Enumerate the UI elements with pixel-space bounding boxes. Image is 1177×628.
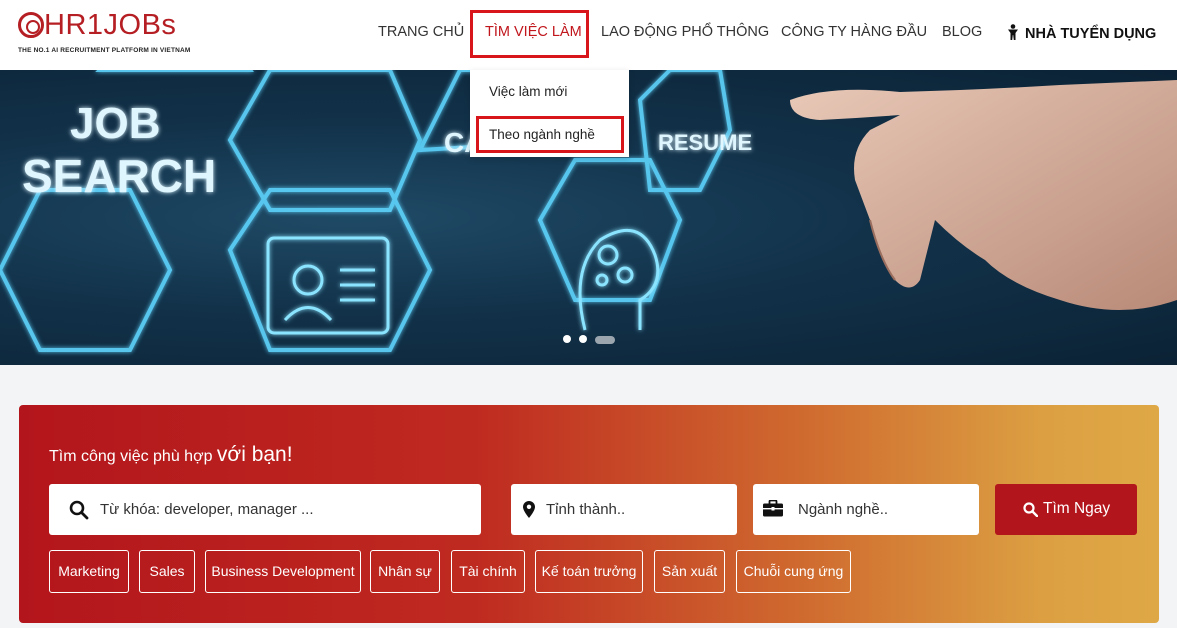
tag-supply-chain[interactable]: Chuỗi cung ứng bbox=[736, 550, 851, 593]
tag-production[interactable]: Sản xuất bbox=[654, 550, 725, 593]
person-icon bbox=[1008, 24, 1018, 40]
pointing-hand-image bbox=[790, 80, 1177, 310]
search-title-small: Tìm công việc phù hợp bbox=[49, 448, 213, 465]
tag-hr[interactable]: Nhân sự bbox=[370, 550, 440, 593]
tag-sales[interactable]: Sales bbox=[139, 550, 195, 593]
location-placeholder: Tỉnh thành.. bbox=[546, 501, 626, 518]
hero-text-resume: RESUME bbox=[658, 130, 752, 155]
carousel-dot-1[interactable] bbox=[563, 335, 571, 343]
logo-name: HR1JOBs bbox=[44, 9, 177, 41]
hex-shape bbox=[0, 188, 173, 352]
logo[interactable]: HR1JOBs THE NO.1 AI RECRUITMENT PLATFORM… bbox=[18, 9, 218, 58]
hero-text-job: JOB bbox=[70, 99, 160, 148]
tag-chief-accountant[interactable]: Kế toán trưởng bbox=[535, 550, 643, 593]
hero-text-search: SEARCH bbox=[22, 150, 216, 202]
search-icon bbox=[69, 500, 89, 520]
keyword-input[interactable]: Từ khóa: developer, manager ... bbox=[49, 484, 481, 535]
industry-placeholder: Ngành nghề.. bbox=[798, 501, 889, 518]
search-now-button[interactable]: Tìm Ngay bbox=[995, 484, 1137, 535]
nav-item-employer[interactable]: NHÀ TUYỂN DỤNG bbox=[1007, 24, 1156, 42]
nav-item-general-labor[interactable]: LAO ĐỘNG PHỔ THÔNG bbox=[601, 24, 769, 40]
dropdown-highlight-box bbox=[476, 116, 624, 153]
logo-tagline: THE NO.1 AI RECRUITMENT PLATFORM IN VIET… bbox=[18, 47, 191, 54]
job-search-panel: Tìm công việc phù hợp với bạn! Từ khóa: … bbox=[19, 405, 1159, 623]
keyword-placeholder: Từ khóa: developer, manager ... bbox=[100, 501, 314, 518]
carousel-dot-2[interactable] bbox=[579, 335, 587, 343]
industry-input[interactable]: Ngành nghề.. bbox=[753, 484, 979, 535]
briefcase-icon bbox=[763, 500, 783, 517]
search-title-big: với bạn! bbox=[216, 443, 293, 466]
nav-item-blog[interactable]: BLOG bbox=[942, 24, 982, 40]
nav-item-top-companies[interactable]: CÔNG TY HÀNG ĐẦU bbox=[781, 24, 927, 40]
nav-highlight-box bbox=[470, 10, 589, 58]
search-button-icon bbox=[1023, 502, 1038, 517]
location-input[interactable]: Tỉnh thành.. bbox=[511, 484, 737, 535]
logo-mark-icon bbox=[18, 12, 44, 38]
dropdown-item-new-jobs[interactable]: Việc làm mới bbox=[489, 84, 567, 99]
search-button-label: Tìm Ngay bbox=[1043, 500, 1111, 517]
tag-marketing[interactable]: Marketing bbox=[49, 550, 129, 593]
tag-finance[interactable]: Tài chính bbox=[451, 550, 525, 593]
nav-item-home[interactable]: TRANG CHỦ bbox=[378, 24, 464, 40]
search-title: Tìm công việc phù hợp với bạn! bbox=[49, 443, 293, 467]
location-pin-icon bbox=[523, 501, 535, 518]
nav-employer-label: NHÀ TUYỂN DỤNG bbox=[1025, 26, 1157, 42]
carousel-dot-3-active[interactable] bbox=[595, 336, 615, 344]
tag-business-development[interactable]: Business Development bbox=[205, 550, 361, 593]
